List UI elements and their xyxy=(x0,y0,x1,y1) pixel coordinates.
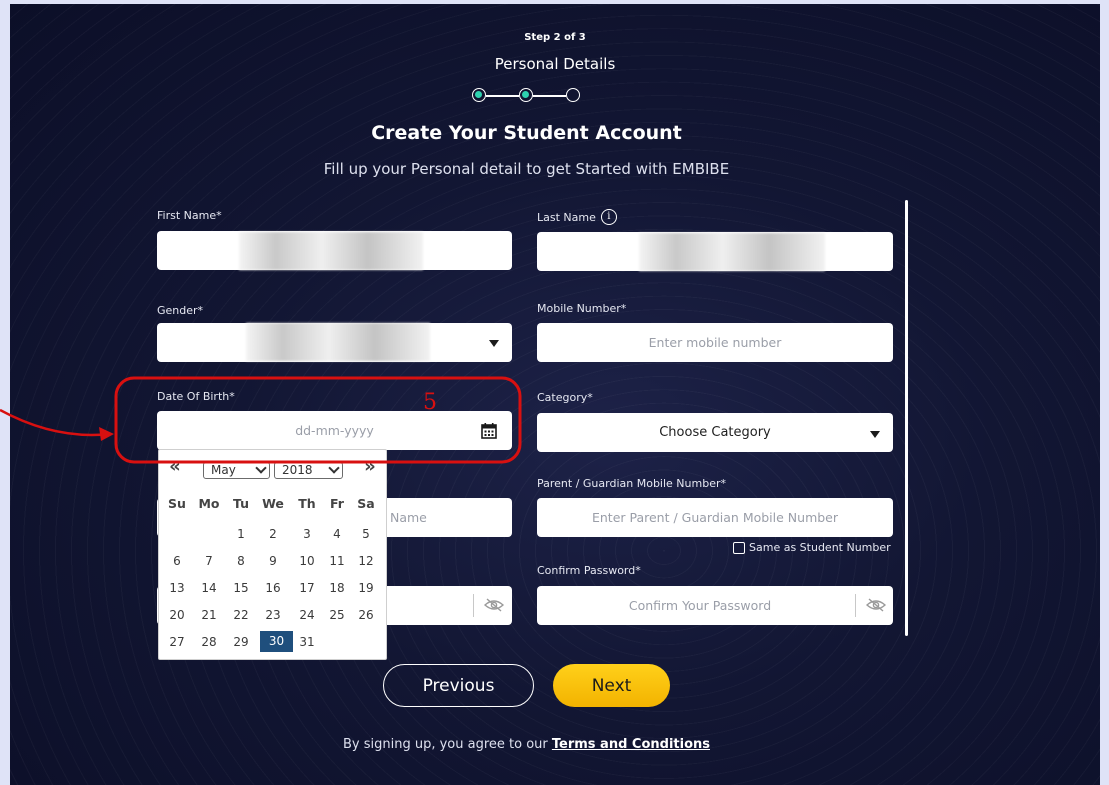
arrow-head-icon xyxy=(99,427,114,441)
annotation-number: 5 xyxy=(423,390,437,415)
annotation-overlay: 5 xyxy=(0,376,522,464)
highlight-box xyxy=(114,376,522,464)
annotation-arrow xyxy=(0,408,111,437)
